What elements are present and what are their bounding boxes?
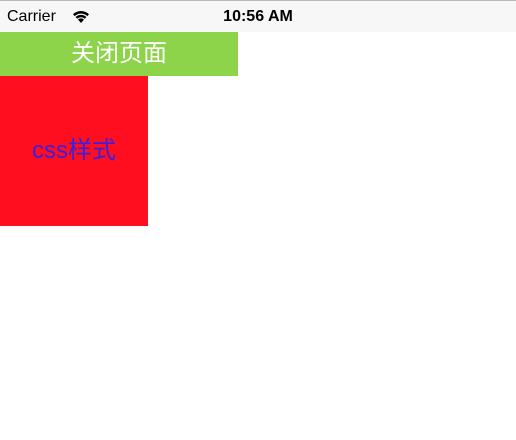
- app-screen: Carrier 10:56 AM 关闭页面 css样式: [0, 0, 516, 440]
- status-bar: Carrier 10:56 AM: [0, 0, 516, 32]
- css-styled-text: css样式: [32, 137, 116, 164]
- css-styled-box: css样式: [0, 76, 148, 226]
- status-time: 10:56 AM: [223, 8, 293, 25]
- close-page-button[interactable]: 关闭页面: [0, 32, 238, 76]
